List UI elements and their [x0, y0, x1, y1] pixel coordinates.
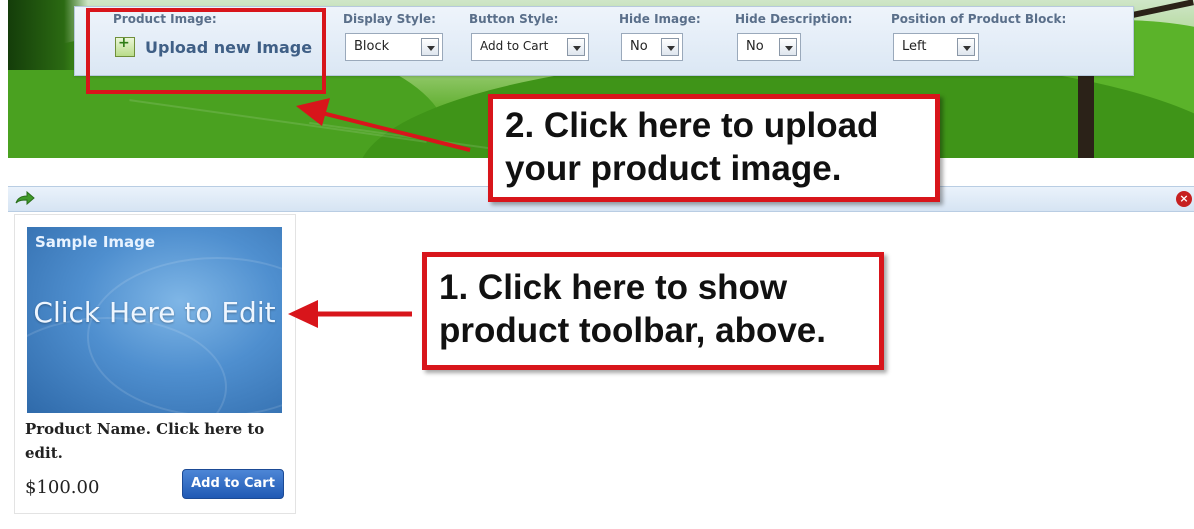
position-block-group: Position of Product Block:: [891, 12, 1066, 26]
position-block-label: Position of Product Block:: [891, 12, 1067, 26]
tree-trunk: [1078, 70, 1094, 158]
button-style-select[interactable]: Add to Cart: [471, 33, 589, 61]
hide-image-label: Hide Image:: [619, 12, 701, 26]
product-image[interactable]: Sample Image Click Here to Edit: [27, 227, 282, 413]
button-style-value: Add to Cart: [480, 39, 549, 53]
hide-image-value: No: [630, 39, 648, 54]
button-style-group: Button Style:: [469, 12, 558, 26]
product-block[interactable]: Sample Image Click Here to Edit Product …: [14, 214, 296, 514]
close-icon[interactable]: ×: [1176, 191, 1192, 207]
upload-callout: 2. Click here to upload your product ima…: [488, 94, 940, 202]
hide-description-label: Hide Description:: [735, 12, 853, 26]
add-to-cart-button[interactable]: Add to Cart: [182, 469, 284, 499]
product-name[interactable]: Product Name. Click here to edit.: [25, 417, 293, 465]
toolbar-callout: 1. Click here to show product toolbar, a…: [422, 252, 884, 370]
display-style-value: Block: [354, 39, 390, 54]
product-price: $100.00: [25, 477, 100, 498]
chevron-down-icon: [421, 38, 439, 56]
hide-image-group: Hide Image:: [619, 12, 701, 26]
position-block-select[interactable]: Left: [893, 33, 979, 61]
forward-arrow-icon[interactable]: [14, 191, 36, 207]
hide-description-value: No: [746, 39, 764, 54]
upload-highlight-box: [86, 8, 326, 94]
chevron-down-icon: [779, 38, 797, 56]
display-style-select[interactable]: Block: [345, 33, 443, 61]
position-block-value: Left: [902, 39, 927, 54]
chevron-down-icon: [957, 38, 975, 56]
tree-branch: [1128, 0, 1194, 19]
hide-description-group: Hide Description:: [735, 12, 852, 26]
sample-image-title: Sample Image: [35, 233, 156, 251]
button-style-label: Button Style:: [469, 12, 559, 26]
hide-description-select[interactable]: No: [737, 33, 801, 61]
display-style-label: Display Style:: [343, 12, 436, 26]
chevron-down-icon: [567, 38, 585, 56]
click-to-edit-text: Click Here to Edit: [33, 296, 276, 329]
chevron-down-icon: [661, 38, 679, 56]
hide-image-select[interactable]: No: [621, 33, 683, 61]
display-style-group: Display Style:: [343, 12, 436, 26]
